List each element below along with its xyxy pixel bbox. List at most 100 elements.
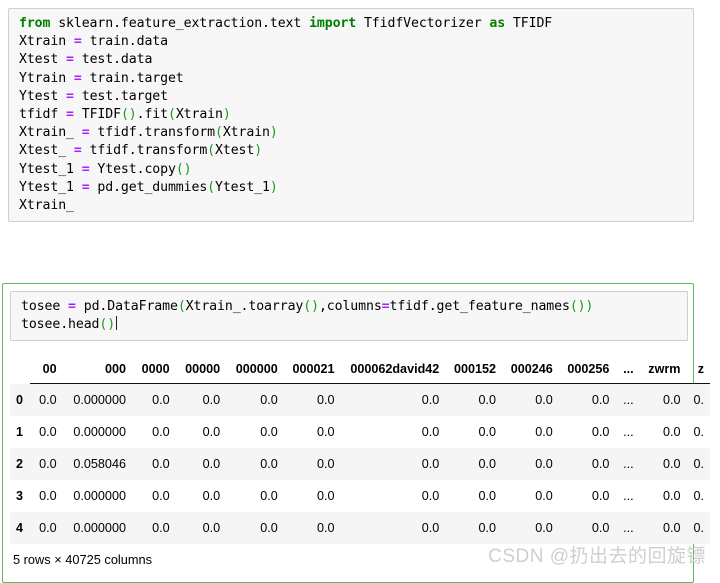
code-token: ( [167, 107, 176, 123]
dataframe-cell: 0.0 [421, 393, 440, 407]
dataframe-cell: 0.0 [421, 425, 440, 439]
dataframe-cell: 0.0 [152, 457, 170, 471]
dataframe-cell: 0.0 [662, 425, 681, 439]
code-cell-1-line-4: Ytest = test.target [19, 88, 685, 106]
code-cell-2[interactable]: tosee = pd.DataFrame(Xtrain_.toarray(),c… [10, 291, 688, 342]
code-cell-1-line-3: Ytrain = train.target [19, 70, 685, 88]
dataframe-cell: ... [623, 393, 634, 407]
code-token: TfidfVectorizer [356, 16, 490, 31]
code-token: Xtrain [19, 34, 74, 50]
code-token: = [81, 125, 90, 141]
dataframe-cell: 0. [693, 457, 704, 471]
dataframe-cell: 0.0 [39, 393, 57, 407]
code-cell-1-line-1: Xtrain = train.data [19, 33, 685, 51]
code-token: train.data [81, 34, 169, 50]
dataframe-row-index: 1 [16, 425, 24, 439]
code-token: tosee [21, 299, 69, 314]
dataframe-cell: ... [623, 521, 634, 535]
dataframe-cell: 0.058046 [73, 457, 126, 471]
dataframe-cell: 0.0 [421, 521, 440, 535]
dataframe-row-index: 2 [16, 457, 24, 471]
code-token: Ytest_1 [19, 161, 82, 177]
dataframe-cell: 0.0 [591, 393, 610, 407]
dataframe-cell: 0.0 [662, 393, 681, 407]
dataframe-column-header: 000021 [283, 360, 341, 384]
code-token: Xtest [19, 52, 67, 68]
code-token: import [309, 16, 357, 31]
dataframe-column-header: ... [615, 360, 640, 384]
dataframe-header-row: 00 000 0000 00000 000000 000021 000062david42 0… [10, 360, 710, 384]
code-cell-1-line-10: Xtrain_ [19, 197, 685, 215]
code-token: pd.DataFrame [75, 299, 178, 314]
code-token: ) [585, 299, 594, 314]
code-token: () [120, 107, 137, 123]
dataframe-column-header: 000062david42 [340, 360, 446, 384]
dataframe-cell: 0.0 [535, 393, 553, 407]
dataframe-cell: ... [623, 489, 634, 503]
code-token: ,columns [318, 299, 382, 314]
code-token: Xtest_ [19, 143, 74, 159]
code-token: Xtrain_ [19, 198, 74, 214]
csdn-watermark: CSDN @扔出去的回旋镖 [488, 546, 706, 567]
code-token: = [381, 299, 390, 314]
dataframe-output: 00 000 0000 00000 000000 000021 000062david42 0… [10, 360, 710, 544]
code-cell-1-line-8: Ytest_1 = Ytest.copy() [19, 161, 685, 179]
code-token: () [99, 317, 116, 333]
code-token: pd.get_dummies [89, 179, 208, 195]
code-cell-2-editor[interactable]: tosee = pd.DataFrame(Xtrain_.toarray(),c… [10, 291, 688, 342]
dataframe-cell: 0.0 [152, 425, 170, 439]
dataframe-row-index: 0 [16, 392, 24, 407]
dataframe-head: 00 000 0000 00000 000000 000021 000062david42 0… [10, 360, 710, 384]
code-token: ( [207, 179, 215, 195]
code-token: ) [254, 143, 263, 159]
code-token: Ytest_1 [215, 179, 270, 195]
code-token: Xtrain [175, 107, 223, 123]
code-token: Xtrain_ [19, 125, 82, 141]
dataframe-column-header: 0000 [131, 360, 176, 384]
dataframe-cell: 0.0 [317, 521, 335, 535]
code-token: TFIDF [73, 107, 121, 123]
dataframe-cell: 0.0 [535, 489, 553, 503]
dataframe-row: 2 0.0 0.058046 0.0 0.0 0.0 0.0 0.0 0.0 0.0 0.0... 0… [10, 448, 710, 480]
dataframe-cell: 0.0 [591, 489, 610, 503]
dataframe-cell: ... [623, 425, 634, 439]
code-token: Xtrain [222, 125, 270, 141]
dataframe-body: 0 0.0 0.000000 0.0 0.0 0.0 0.0 0.0 0.0 0.0 0.0... 0… [10, 383, 710, 544]
dataframe-cell: 0.0 [535, 457, 553, 471]
code-cell-1-line-6: Xtrain_ = tfidf.transform(Xtrain) [19, 124, 685, 142]
dataframe-row: 0 0.0 0.000000 0.0 0.0 0.0 0.0 0.0 0.0 0.0 0.0... 0… [10, 383, 710, 416]
code-token: tosee.head [21, 317, 100, 333]
dataframe-cell: 0.0 [317, 425, 335, 439]
code-token: sklearn.feature_extraction.text [50, 16, 310, 31]
dataframe-column-header: z [686, 360, 710, 384]
code-token: TFIDF [505, 16, 553, 31]
code-cell-1-editor[interactable]: from sklearn.feature_extraction.text imp… [8, 8, 694, 223]
dataframe-cell: 0. [693, 393, 704, 407]
dataframe-cell: 0.0 [591, 521, 610, 535]
text-cursor [116, 316, 118, 331]
dataframe-cell: 0.0 [260, 489, 278, 503]
code-token: Xtrain_.toarray [185, 299, 304, 314]
dataframe-row: 4 0.0 0.000000 0.0 0.0 0.0 0.0 0.0 0.0 0.0 0.0... 0… [10, 512, 710, 544]
dataframe-cell: 0.0 [39, 457, 57, 471]
dataframe-cell: ... [623, 457, 634, 471]
dataframe-column-header: 000 [62, 360, 132, 384]
code-token: Ytest [19, 88, 67, 104]
dataframe-cell: 0.0 [591, 425, 610, 439]
dataframe-cell: 0. [693, 489, 704, 503]
code-cell-1-line-9: Ytest_1 = pd.get_dummies(Ytest_1) [19, 179, 685, 197]
code-token: Ytest.copy [89, 161, 176, 177]
code-cell-1[interactable]: from sklearn.feature_extraction.text imp… [8, 8, 694, 223]
dataframe-cell: 0.0 [152, 521, 170, 535]
code-token: Xtest [215, 143, 255, 159]
dataframe-shape-caption: 5 rows × 40725 columns [13, 552, 153, 567]
code-token: = [66, 52, 74, 68]
dataframe-cell: 0.0 [478, 521, 496, 535]
dataframe-cell: 0.0 [39, 521, 57, 535]
code-token: tfidf [19, 107, 67, 123]
dataframe-cell: 0.0 [202, 489, 221, 503]
dataframe-table: 00 000 0000 00000 000000 000021 000062david42 0… [10, 360, 710, 544]
dataframe-row-index: 3 [16, 489, 24, 503]
dataframe-row-index: 4 [16, 521, 24, 535]
dataframe-cell: 0.0 [202, 457, 221, 471]
